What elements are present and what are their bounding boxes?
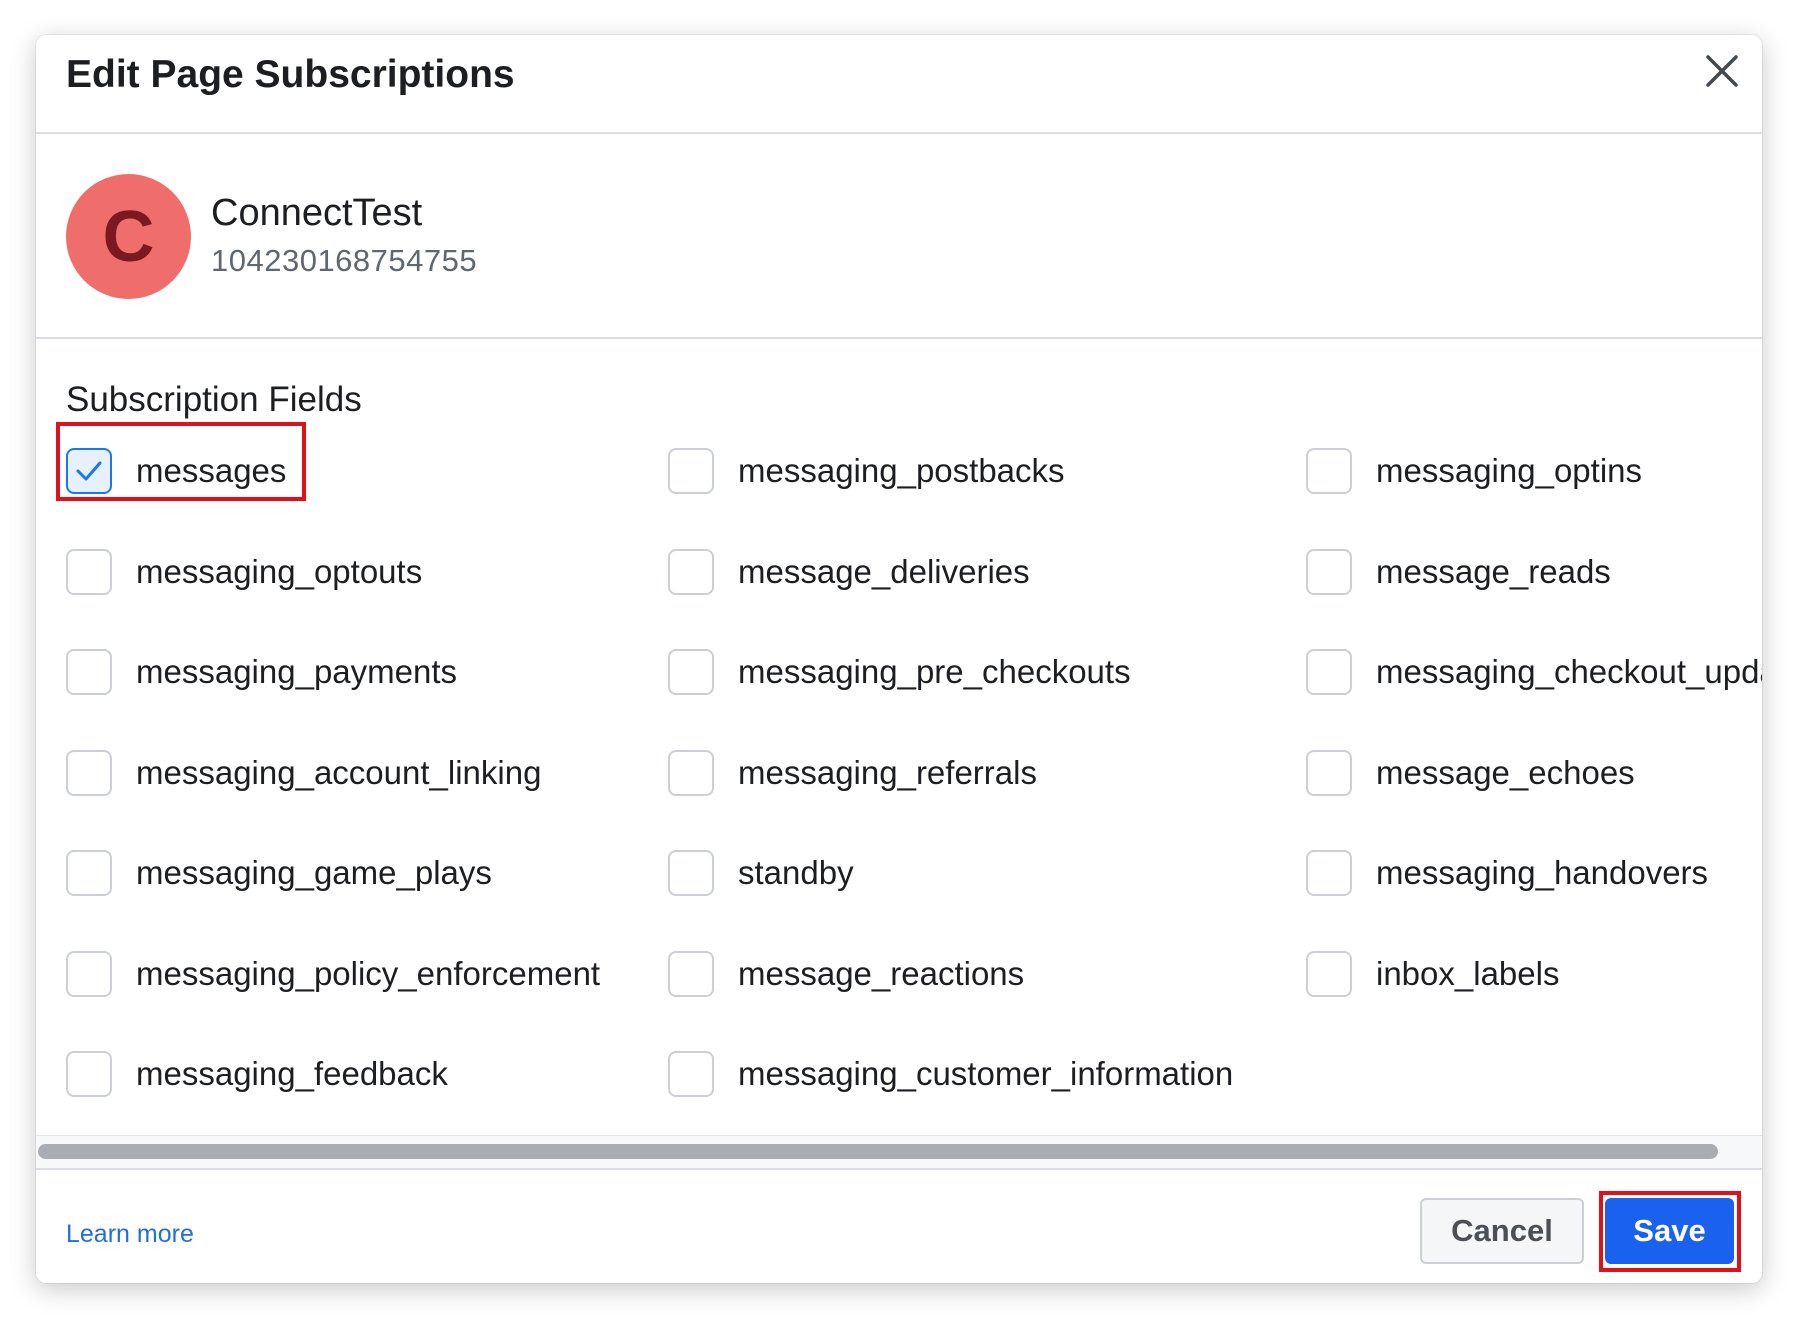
page-info: C ConnectTest 104230168754755 [36,134,1762,339]
subscription-fields-grid: messages messaging_postbacks messaging_opt… [36,445,1762,1185]
subscription-field[interactable]: messaging_feedback [66,1048,448,1100]
checkbox[interactable] [1306,448,1352,494]
scrollbar-thumb[interactable] [38,1144,1718,1159]
subscription-field-label: messaging_policy_enforcement [136,954,601,992]
subscription-field[interactable]: messaging_customer_information [668,1048,1233,1100]
subscription-field[interactable]: messages [66,445,286,497]
subscription-field-label: standby [738,854,854,891]
subscription-field[interactable]: messaging_pre_checkouts [668,646,1131,698]
subscription-field-label: messaging_handovers [1376,854,1709,891]
checkbox[interactable] [668,448,714,494]
checkbox[interactable] [1306,548,1352,595]
checkbox[interactable] [668,749,714,796]
section-title: Subscription Fields [66,380,362,419]
subscription-field-label: message_reads [1376,552,1611,590]
subscription-field[interactable]: messaging_referrals [668,747,1037,799]
checkbox[interactable] [1306,850,1352,896]
subscription-field-label: inbox_labels [1376,954,1560,992]
checkmark-icon [76,461,102,481]
checkbox[interactable] [66,448,112,494]
subscription-field-label: message_reactions [738,954,1025,992]
checkbox[interactable] [1306,649,1352,695]
checkbox[interactable] [66,950,112,997]
subscription-field-label: messaging_pre_checkouts [738,653,1131,690]
checkbox[interactable] [66,649,112,695]
subscription-field[interactable]: messaging_account_linking [66,747,541,799]
subscription-field-label: messaging_optins [1376,452,1642,489]
checkbox[interactable] [668,649,714,695]
subscription-field-label: messaging_postbacks [738,452,1065,489]
subscription-field[interactable]: message_deliveries [668,546,1030,598]
subscription-field[interactable]: inbox_labels [1306,948,1559,1000]
page-name: ConnectTest [211,192,423,234]
dialog-title: Edit Page Subscriptions [66,53,515,96]
checkbox[interactable] [1306,749,1352,796]
checkbox[interactable] [668,548,714,595]
subscription-field[interactable]: messaging_handovers [1306,847,1708,899]
learn-more-link[interactable]: Learn more [66,1220,194,1249]
subscription-field-label: messaging_payments [136,653,458,690]
checkbox[interactable] [668,1051,714,1097]
subscription-field[interactable]: messaging_policy_enforcement [66,948,600,1000]
subscription-field[interactable]: message_reads [1306,546,1611,598]
subscription-field[interactable]: message_echoes [1306,747,1635,799]
subscription-field-label: message_echoes [1376,753,1635,791]
horizontal-scrollbar[interactable] [36,1135,1762,1170]
checkbox[interactable] [1306,950,1352,997]
subscription-field-label: messaging_game_plays [136,854,492,891]
subscription-field[interactable]: message_reactions [668,948,1024,1000]
subscription-field-label: messaging_customer_information [738,1055,1234,1092]
checkbox[interactable] [66,850,112,896]
subscription-field-label: messaging_optouts [136,552,423,590]
checkbox[interactable] [66,548,112,595]
checkbox[interactable] [66,749,112,796]
close-icon[interactable] [1700,49,1744,93]
subscription-field[interactable]: messaging_checkout_updates [1306,646,1762,698]
cancel-button[interactable]: Cancel [1420,1198,1584,1264]
avatar: C [66,174,191,299]
save-button[interactable]: Save [1605,1198,1734,1264]
subscription-field-label: messages [136,452,287,489]
subscription-field-label: messaging_account_linking [136,753,542,791]
subscription-field-label: messaging_checkout_updates [1376,653,1762,690]
checkbox[interactable] [668,850,714,896]
subscription-field[interactable]: messaging_optins [1306,445,1642,497]
subscription-field[interactable]: messaging_postbacks [668,445,1065,497]
checkbox[interactable] [66,1051,112,1097]
page-id: 104230168754755 [211,243,478,278]
subscription-field-label: message_deliveries [738,552,1030,590]
edit-subscriptions-dialog: Edit Page Subscriptions C ConnectTest 10… [36,35,1762,1283]
subscription-field[interactable]: messaging_game_plays [66,847,492,899]
subscription-field[interactable]: standby [668,847,854,899]
checkbox[interactable] [668,950,714,997]
subscription-field-label: messaging_referrals [738,753,1037,791]
subscription-field[interactable]: messaging_payments [66,646,457,698]
subscription-field-label: messaging_feedback [136,1055,448,1092]
subscription-field[interactable]: messaging_optouts [66,546,422,598]
dialog-header: Edit Page Subscriptions [36,35,1762,134]
